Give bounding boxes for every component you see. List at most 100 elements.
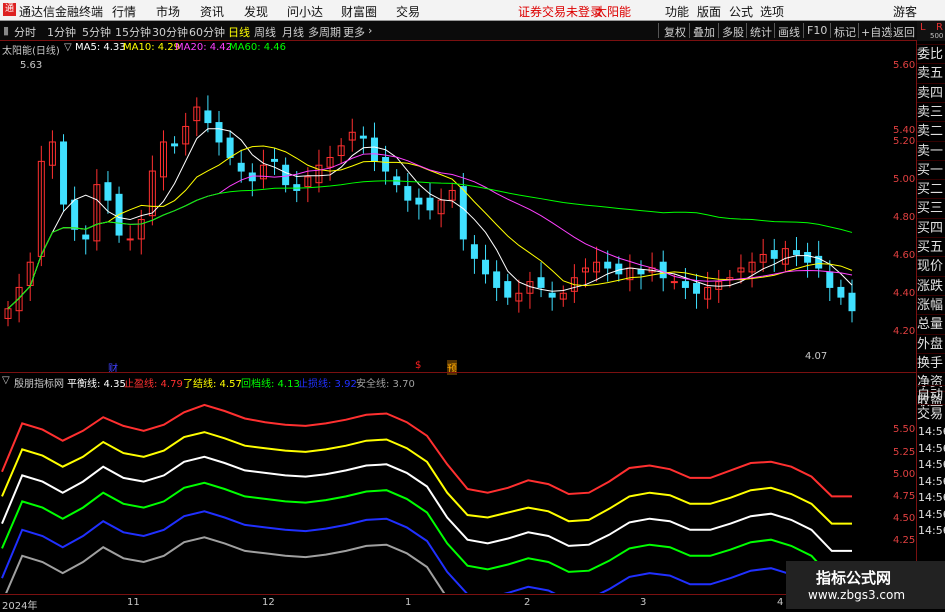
x-tick: 4: [777, 597, 784, 608]
quote-field-20[interactable]: 交易: [917, 404, 945, 424]
app-name: 通达信金融终端: [19, 5, 104, 19]
quote-panel-corner[interactable]: L R 500: [917, 21, 945, 41]
candle-body: [470, 244, 478, 259]
divider: [746, 23, 747, 38]
tick-time: 14:56: [918, 425, 945, 438]
sub-y-tick: 5.00: [893, 469, 916, 480]
tool-back[interactable]: 返回: [893, 24, 915, 40]
menu-item-wenxiaoda[interactable]: 问小达: [287, 3, 323, 20]
quote-field-16[interactable]: 换手: [917, 352, 945, 373]
sub-legend-toggle-icon[interactable]: ▽: [2, 375, 10, 386]
menu-item-hangqing[interactable]: 行情: [112, 3, 136, 20]
candle-body: [404, 186, 412, 201]
period-fenshi[interactable]: 分时: [14, 24, 36, 40]
tool-duogu[interactable]: 多股: [722, 24, 744, 40]
quote-field-6[interactable]: 买一: [917, 159, 945, 180]
candle-body: [792, 250, 800, 255]
tool-add-watchlist[interactable]: +自选: [861, 24, 892, 40]
divider: [774, 23, 775, 38]
quote-field-9[interactable]: 买四: [917, 217, 945, 238]
quote-field-1[interactable]: 卖五: [917, 63, 945, 83]
candle-body: [504, 281, 512, 298]
y-tick: 5.20: [893, 136, 916, 147]
quote-field-11[interactable]: 现价: [917, 256, 945, 276]
indicator-chart[interactable]: [0, 388, 916, 593]
quote-field-0[interactable]: 委比: [917, 44, 945, 64]
period-toolbar: ▮ 分时 1分钟 5分钟 15分钟 30分钟 60分钟 日线 周线 月线 多周期…: [0, 21, 945, 41]
menu-item-shichang[interactable]: 市场: [156, 3, 180, 20]
y-tick: 4.40: [893, 288, 916, 299]
quote-field-3[interactable]: 卖三: [917, 101, 945, 122]
indicator-line-安全线: [5, 536, 446, 593]
period-daily[interactable]: 日线: [228, 24, 250, 40]
sub-y-tick: 4.50: [893, 513, 916, 524]
tick-time: 14:56: [918, 441, 945, 455]
quote-field-4[interactable]: 卖二: [917, 121, 945, 141]
period-monthly[interactable]: 月线: [282, 24, 304, 40]
menu-item-gongshi[interactable]: 公式: [729, 3, 753, 20]
trade-status[interactable]: 证券交易未登录: [518, 3, 602, 20]
candle-body: [637, 269, 645, 275]
pane-divider: [0, 372, 916, 373]
tick-time: 14:56: [918, 458, 945, 471]
quote-field-7[interactable]: 买二: [917, 179, 945, 199]
candle-body: [659, 261, 667, 279]
y-tick: 5.60: [893, 60, 916, 71]
tool-tongji[interactable]: 统计: [750, 24, 772, 40]
title-bar: 通 通达信金融终端 行情 市场 资讯 发现 问小达 财富圈 交易 证券交易未登录…: [0, 0, 945, 21]
quote-field-14[interactable]: 总量: [917, 314, 945, 334]
menu-item-xuanxiang[interactable]: 选项: [760, 3, 784, 20]
period-60min[interactable]: 60分钟: [189, 24, 225, 40]
period-30min[interactable]: 30分钟: [152, 24, 188, 40]
menu-item-banmian[interactable]: 版面: [697, 3, 721, 20]
candle-body: [493, 271, 501, 288]
low-price-label: 4.07: [805, 351, 828, 362]
quote-field-8[interactable]: 买三: [917, 198, 945, 218]
menu-item-caifuquan[interactable]: 财富圈: [341, 3, 377, 20]
quote-field-19[interactable]: 自动: [917, 385, 945, 405]
quote-field-10[interactable]: 买五: [917, 237, 945, 257]
indicator-line-止盈线: [1, 403, 852, 498]
menu-item-gongneng[interactable]: 功能: [665, 3, 689, 20]
menu-item-jiaoyi[interactable]: 交易: [396, 3, 420, 20]
menu-item-zixun[interactable]: 资讯: [200, 3, 224, 20]
more-chevron-icon[interactable]: ›: [368, 24, 372, 37]
indicator-line-回档线: [1, 481, 852, 580]
candle-body: [837, 286, 845, 298]
y-tick: 4.20: [893, 326, 916, 337]
candle-body: [104, 182, 112, 201]
period-15min[interactable]: 15分钟: [115, 24, 151, 40]
event-marker-dividend[interactable]: $: [415, 360, 421, 371]
tool-biaoji[interactable]: 标记: [834, 24, 856, 40]
quote-field-12[interactable]: 涨跌: [917, 275, 945, 296]
tool-f10[interactable]: F10: [807, 24, 827, 37]
y-tick: 5.40: [893, 125, 916, 136]
quote-field-2[interactable]: 卖四: [917, 82, 945, 103]
tool-fuquan[interactable]: 复权: [664, 24, 686, 40]
candle-body: [415, 197, 423, 205]
quote-field-5[interactable]: 卖一: [917, 140, 945, 161]
period-1min[interactable]: 1分钟: [47, 24, 76, 40]
tick-time: 14:56: [918, 507, 945, 521]
candle-body: [537, 277, 545, 288]
period-multi[interactable]: 多周期: [308, 24, 341, 40]
candle-body: [60, 141, 68, 205]
x-axis: 2024年 11 12 1 2 3 4: [0, 594, 916, 612]
candle-body: [82, 234, 90, 240]
tool-diejia[interactable]: 叠加: [693, 24, 715, 40]
quote-field-13[interactable]: 涨幅: [917, 294, 945, 315]
quote-field-15[interactable]: 外盘: [917, 333, 945, 354]
x-tick: 3: [640, 597, 647, 608]
tick-time: 14:56: [918, 524, 945, 537]
guest-label[interactable]: 游客: [893, 3, 917, 20]
candlestick-chart[interactable]: [0, 40, 916, 372]
divider: [803, 23, 804, 38]
menu-item-faxian[interactable]: 发现: [244, 3, 268, 20]
tool-huaxian[interactable]: 画线: [778, 24, 800, 40]
period-weekly[interactable]: 周线: [254, 24, 276, 40]
period-5min[interactable]: 5分钟: [82, 24, 111, 40]
watermark-url: www.zbgs3.com: [808, 588, 906, 602]
candle-body: [126, 238, 134, 241]
corner-l-label: L: [920, 22, 926, 33]
period-more[interactable]: 更多: [343, 24, 365, 40]
